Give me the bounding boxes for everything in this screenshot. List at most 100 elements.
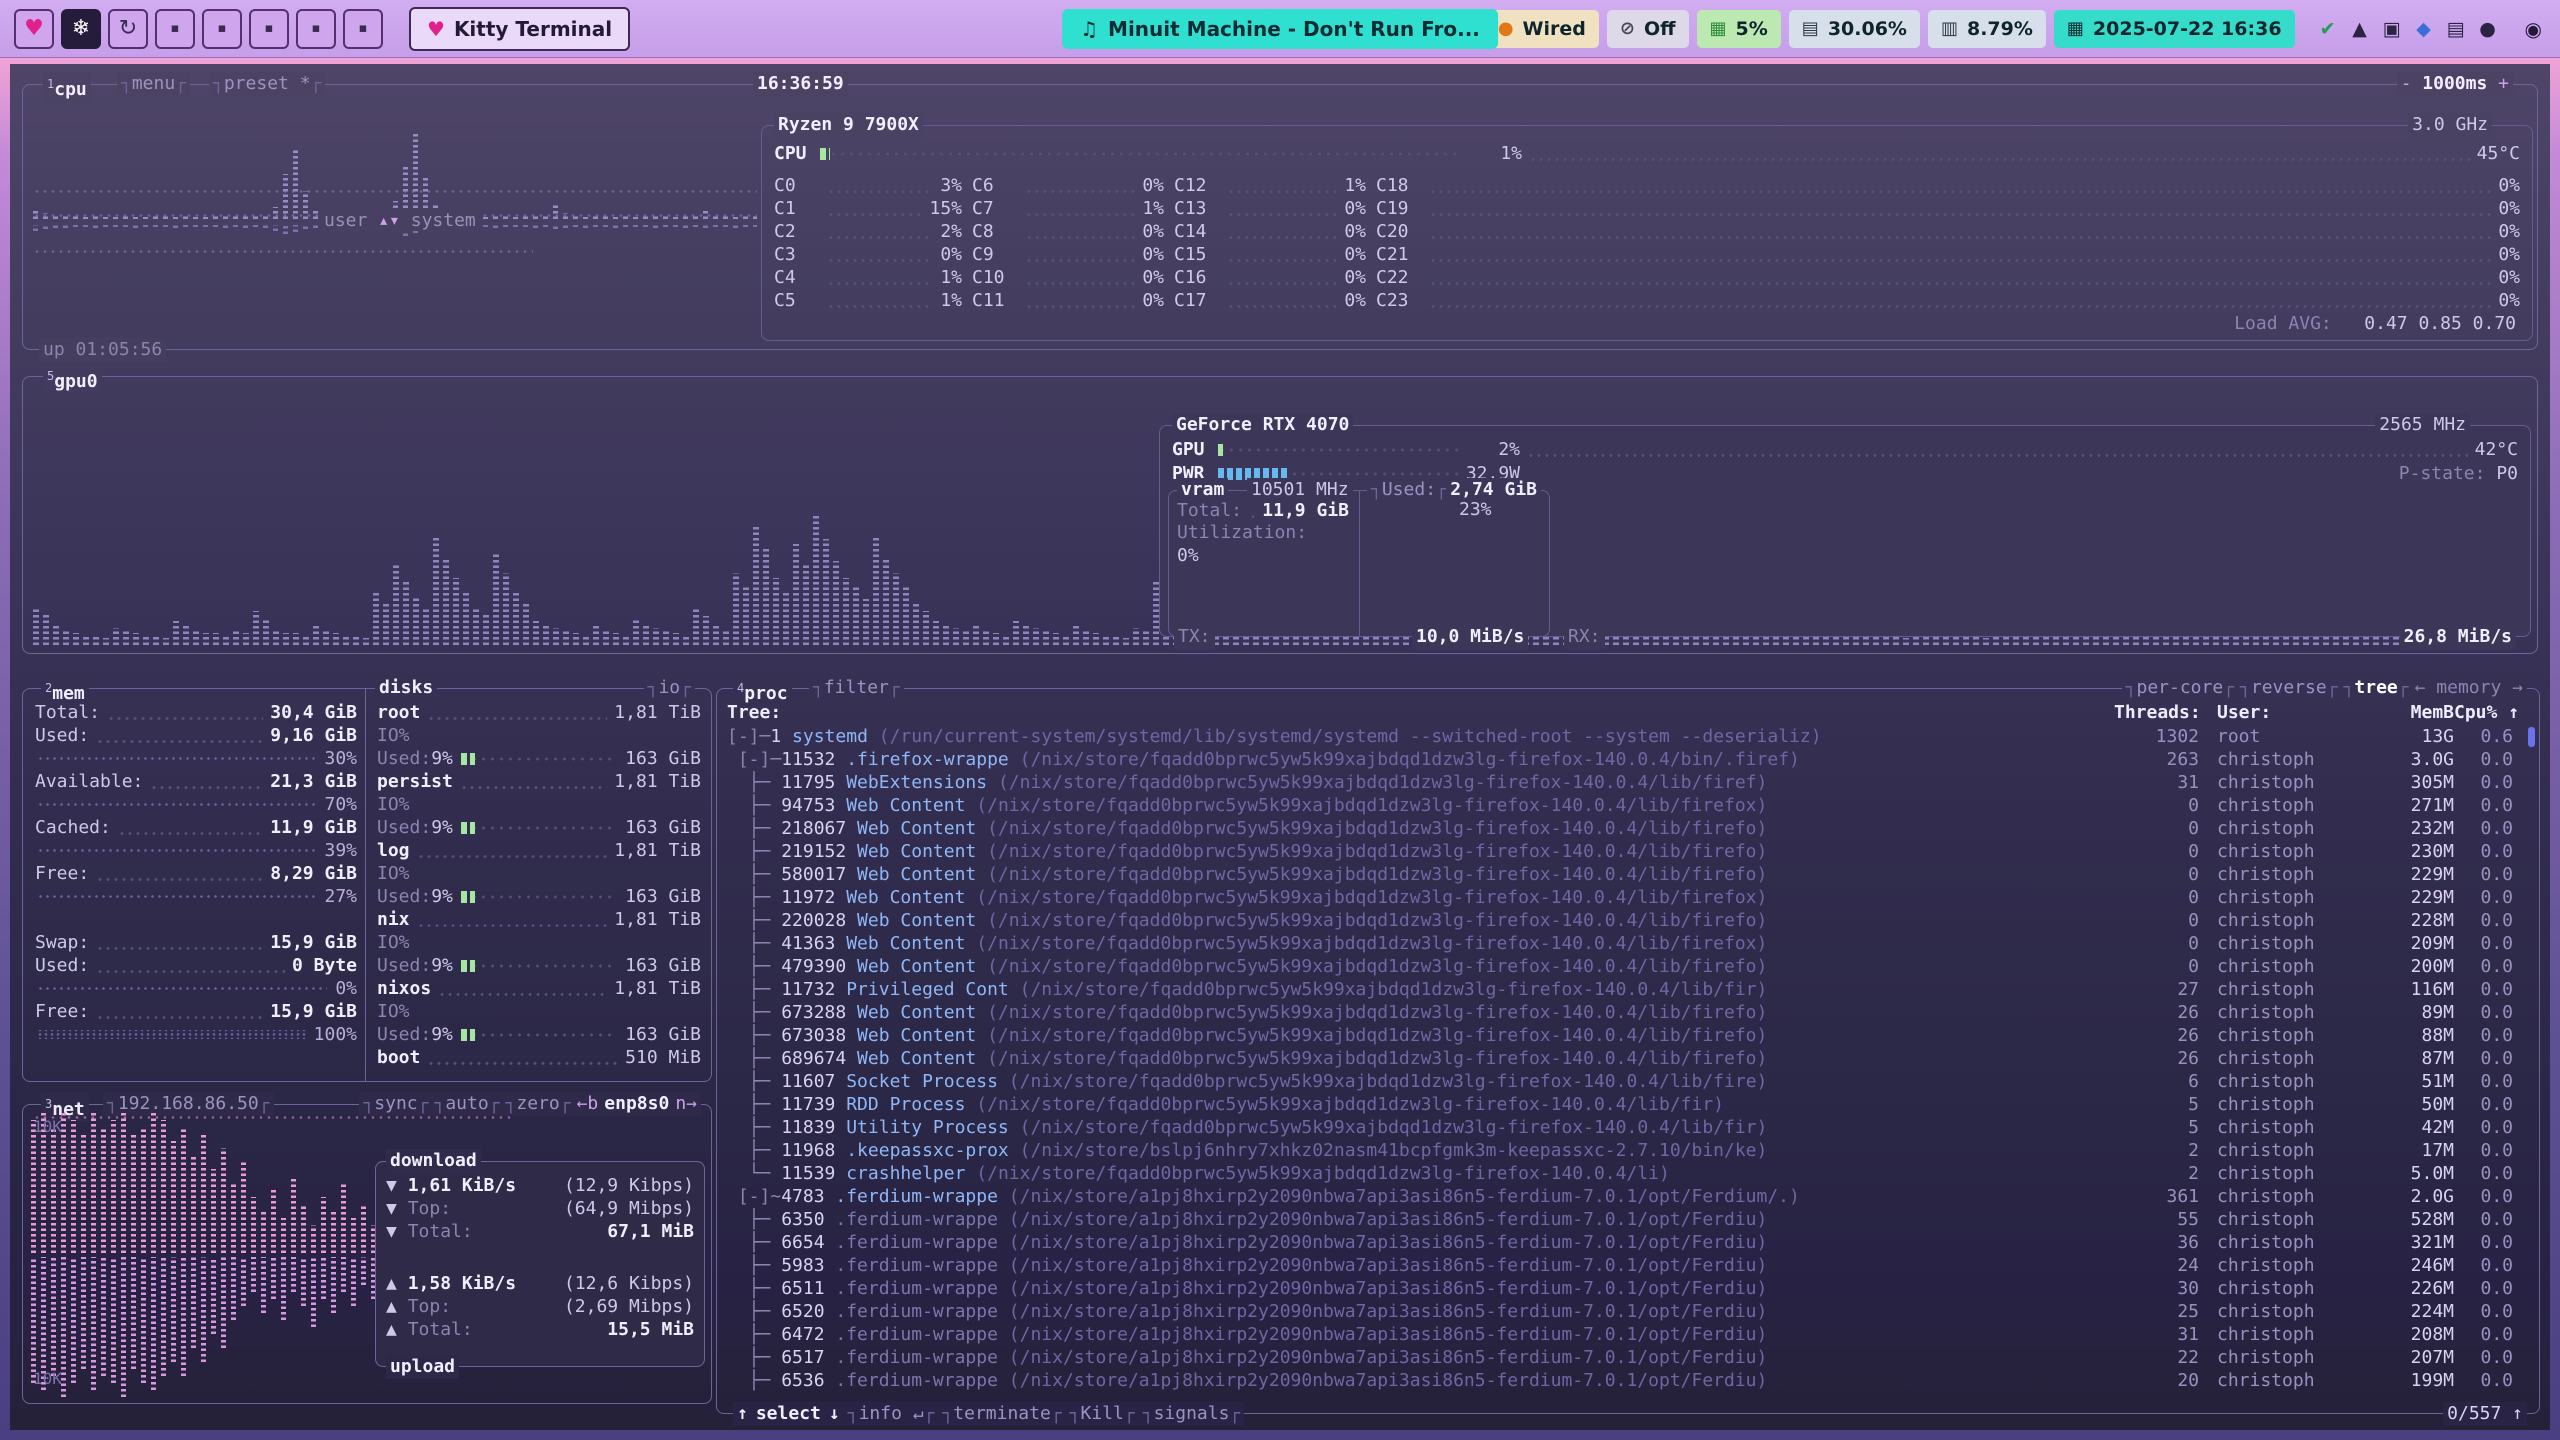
tree-toggle[interactable]: tree bbox=[2344, 676, 2409, 700]
process-command: (/nix/store/fqadd0bprwc5yw5k99xajbdqd1dz… bbox=[987, 1047, 2114, 1070]
filter-button[interactable]: filter bbox=[809, 676, 904, 700]
workspace-heart[interactable]: ♥ bbox=[14, 9, 54, 49]
menu-button[interactable]: menu bbox=[117, 72, 190, 96]
shield-icon[interactable]: ▲ bbox=[2345, 18, 2375, 40]
process-row[interactable]: ├─ 11732 Privileged Cont (/nix/store/fqa… bbox=[727, 978, 2529, 1001]
terminate-button[interactable]: terminate bbox=[942, 1402, 1061, 1426]
per-core-toggle[interactable]: per-core bbox=[2126, 676, 2234, 700]
process-row[interactable]: ├─ 580017 Web Content (/nix/store/fqadd0… bbox=[727, 863, 2529, 886]
signals-button[interactable]: signals bbox=[1143, 1402, 1241, 1426]
process-row[interactable]: ├─ 6472 .ferdium-wrappe (/nix/store/a1pj… bbox=[727, 1323, 2529, 1346]
power-icon[interactable]: ● bbox=[2473, 18, 2503, 40]
cpu-usage-chip[interactable]: ▦5% bbox=[1697, 10, 1781, 48]
process-row[interactable]: ├─ 6520 .ferdium-wrappe (/nix/store/a1pj… bbox=[727, 1300, 2529, 1323]
sort-column-nav[interactable]: ← memory → bbox=[2415, 676, 2523, 700]
process-row[interactable]: ├─ 673038 Web Content (/nix/store/fqadd0… bbox=[727, 1024, 2529, 1047]
process-row[interactable]: ├─ 41363 Web Content (/nix/store/fqadd0b… bbox=[727, 932, 2529, 955]
process-tree-prefix: ├─ bbox=[727, 909, 781, 932]
process-row[interactable]: ├─ 219152 Web Content (/nix/store/fqadd0… bbox=[727, 840, 2529, 863]
disk-io-row: IO% bbox=[377, 724, 701, 747]
graph-bar bbox=[71, 1257, 76, 1383]
disk-usage-chip[interactable]: ▥8.79% bbox=[1928, 10, 2046, 48]
disk-row: nix 1,81 TiB bbox=[377, 908, 701, 931]
display-icon[interactable]: ▣ bbox=[2377, 18, 2407, 40]
tree-toggle[interactable]: Tree: bbox=[727, 701, 781, 724]
process-pid: 6517 bbox=[781, 1346, 835, 1369]
process-tree-prefix: ├─ bbox=[727, 1024, 781, 1047]
graph-bar bbox=[593, 225, 598, 227]
process-row[interactable]: [-]─1 systemd (/run/current-system/syste… bbox=[727, 725, 2529, 748]
workspace-8[interactable]: ▪ bbox=[343, 9, 383, 49]
process-user: christoph bbox=[2199, 1208, 2354, 1231]
process-row[interactable]: [-]~4783 .ferdium-wrappe (/nix/store/a1p… bbox=[727, 1185, 2529, 1208]
bluetooth-icon[interactable]: ◆ bbox=[2409, 18, 2439, 40]
network-wired-chip[interactable]: ●Wired bbox=[1485, 10, 1599, 48]
interval-plus-button[interactable]: + bbox=[2498, 73, 2509, 94]
process-scrollbar[interactable] bbox=[2528, 727, 2535, 747]
check-icon[interactable]: ✔ bbox=[2313, 18, 2343, 40]
graph-bar bbox=[243, 633, 249, 645]
memory-header[interactable]: MemB bbox=[2354, 701, 2454, 724]
workspace-4[interactable]: ▪ bbox=[155, 9, 195, 49]
process-row[interactable]: └─ 11539 crashhelper (/nix/store/fqadd0b… bbox=[727, 1162, 2529, 1185]
graph-bar bbox=[913, 602, 919, 645]
datetime-chip[interactable]: ▦2025-07-22 16:36 bbox=[2054, 10, 2295, 48]
process-row[interactable]: ├─ 6511 .ferdium-wrappe (/nix/store/a1pj… bbox=[727, 1277, 2529, 1300]
process-row[interactable]: ├─ 220028 Web Content (/nix/store/fqadd0… bbox=[727, 909, 2529, 932]
workspace-nix[interactable]: ❄ bbox=[61, 9, 101, 49]
process-user: christoph bbox=[2199, 748, 2354, 771]
reverse-toggle[interactable]: reverse bbox=[2240, 676, 2338, 700]
process-row[interactable]: [-]─11532 .firefox-wrappe (/nix/store/fq… bbox=[727, 748, 2529, 771]
cpu-total-meter-row: CPU 1% 45°C bbox=[774, 142, 2520, 165]
select-up-arrow[interactable]: ↑ bbox=[737, 1402, 748, 1426]
disk-used-label: Used: bbox=[377, 748, 431, 769]
preset-button[interactable]: preset * bbox=[209, 72, 325, 96]
workspace-5[interactable]: ▪ bbox=[202, 9, 242, 49]
disk-name: nix bbox=[377, 909, 410, 930]
mic-off-chip[interactable]: ⊘Off bbox=[1607, 10, 1689, 48]
disk-name: boot bbox=[377, 1047, 420, 1068]
process-row[interactable]: ├─ 11795 WebExtensions (/nix/store/fqadd… bbox=[727, 771, 2529, 794]
process-row[interactable]: ├─ 11968 .keepassxc-prox (/nix/store/bsl… bbox=[727, 1139, 2529, 1162]
process-row[interactable]: ├─ 5983 .ferdium-wrappe (/nix/store/a1pj… bbox=[727, 1254, 2529, 1277]
select-down-arrow[interactable]: ↓ bbox=[829, 1402, 840, 1426]
graph-bar bbox=[1003, 635, 1009, 645]
graph-bar bbox=[973, 626, 979, 645]
process-row[interactable]: ├─ 479390 Web Content (/nix/store/fqadd0… bbox=[727, 955, 2529, 978]
workspace-6[interactable]: ▪ bbox=[249, 9, 289, 49]
process-row[interactable]: ├─ 6654 .ferdium-wrappe (/nix/store/a1pj… bbox=[727, 1231, 2529, 1254]
process-row[interactable]: ├─ 673288 Web Content (/nix/store/fqadd0… bbox=[727, 1001, 2529, 1024]
ram-usage-chip[interactable]: ▤30.06% bbox=[1789, 10, 1920, 48]
cpu-frequency: 3.0 GHz bbox=[2408, 113, 2492, 137]
core-usage-percent: 0% bbox=[1344, 244, 1366, 265]
process-row[interactable]: ├─ 94753 Web Content (/nix/store/fqadd0b… bbox=[727, 794, 2529, 817]
user-header[interactable]: User: bbox=[2199, 701, 2354, 724]
process-row[interactable]: ├─ 6350 .ferdium-wrappe (/nix/store/a1pj… bbox=[727, 1208, 2529, 1231]
cpu-header[interactable]: Cpu% ↑ bbox=[2454, 701, 2529, 724]
keyboard-icon[interactable]: ▤ bbox=[2441, 18, 2471, 40]
process-row[interactable]: ├─ 6517 .ferdium-wrappe (/nix/store/a1pj… bbox=[727, 1346, 2529, 1369]
interval-minus-button[interactable]: - bbox=[2401, 73, 2412, 94]
threads-header[interactable]: Threads: bbox=[2114, 701, 2199, 724]
info-button[interactable]: info ↵ bbox=[848, 1402, 935, 1426]
process-row[interactable]: ├─ 218067 Web Content (/nix/store/fqadd0… bbox=[727, 817, 2529, 840]
cpu-core-row: C121% bbox=[1174, 174, 1366, 197]
process-command: (/nix/store/fqadd0bprwc5yw5k99xajbdqd1dz… bbox=[976, 794, 2114, 817]
disk-size: 1,81 TiB bbox=[614, 909, 701, 930]
process-user: christoph bbox=[2199, 909, 2354, 932]
workspace-refresh[interactable]: ↻ bbox=[108, 9, 148, 49]
process-row[interactable]: ├─ 11972 Web Content (/nix/store/fqadd0b… bbox=[727, 886, 2529, 909]
kill-button[interactable]: Kill bbox=[1070, 1402, 1135, 1426]
process-row[interactable]: ├─ 11739 RDD Process (/nix/store/fqadd0b… bbox=[727, 1093, 2529, 1116]
graph-bar bbox=[253, 225, 258, 227]
bell-icon[interactable]: ◉ bbox=[2525, 17, 2542, 41]
process-row[interactable]: ├─ 6536 .ferdium-wrappe (/nix/store/a1pj… bbox=[727, 1369, 2529, 1392]
graph-bar bbox=[893, 573, 899, 645]
workspace-7[interactable]: ▪ bbox=[296, 9, 336, 49]
process-row[interactable]: ├─ 689674 Web Content (/nix/store/fqadd0… bbox=[727, 1047, 2529, 1070]
music-player-chip[interactable]: ♫ Minuit Machine - Don't Run Fro... bbox=[1062, 9, 1498, 49]
process-row[interactable]: ├─ 11607 Socket Process (/nix/store/fqad… bbox=[727, 1070, 2529, 1093]
io-mode-button[interactable]: io bbox=[644, 676, 695, 700]
process-row[interactable]: ├─ 11839 Utility Process (/nix/store/fqa… bbox=[727, 1116, 2529, 1139]
memory-stat-percent: 30% bbox=[324, 748, 357, 769]
